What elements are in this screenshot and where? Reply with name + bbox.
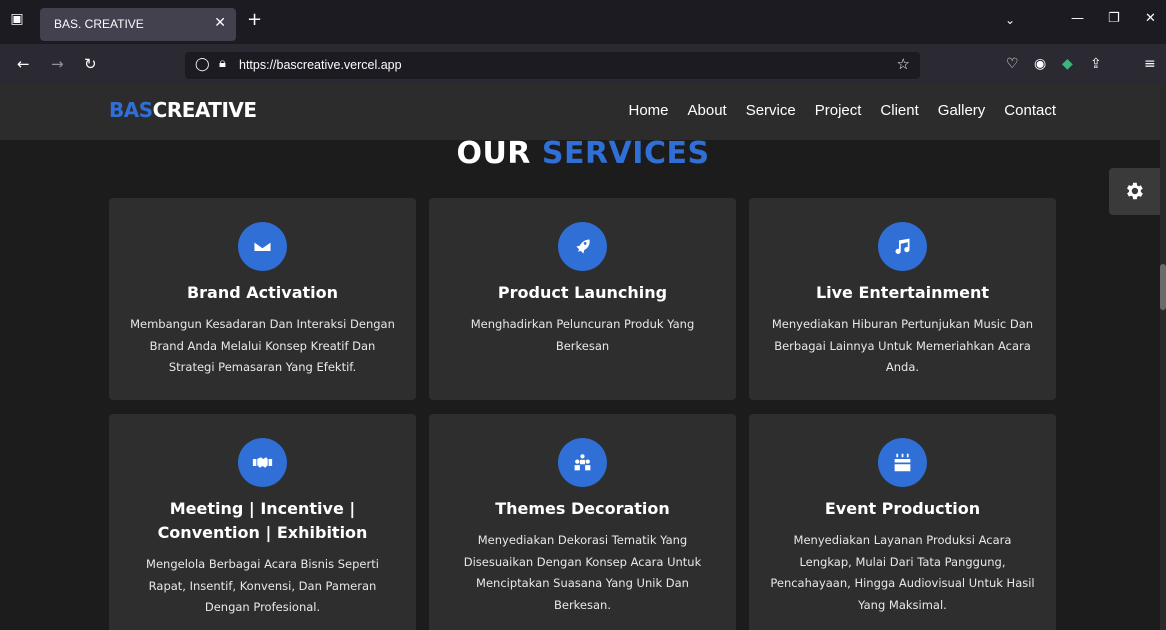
logo-accent: BAS <box>109 98 153 122</box>
pocket-icon[interactable]: ♡ <box>1006 56 1019 72</box>
rocket-icon <box>558 222 607 271</box>
url-text[interactable]: https://bascreative.vercel.app <box>239 58 402 72</box>
back-arrow-icon[interactable]: ← <box>17 56 30 72</box>
card-title: Meeting | Incentive | Convention | Exhib… <box>157 499 368 542</box>
card-description: Menyediakan Hiburan Pertunjukan Music Da… <box>771 317 1034 374</box>
service-card-themes-decoration[interactable]: Themes Decoration Menyediakan Dekorasi T… <box>429 414 736 630</box>
menu-client[interactable]: Client <box>880 102 918 119</box>
service-card-event-production[interactable]: Event Production Menyediakan Layanan Pro… <box>749 414 1056 630</box>
browser-tab-bar: ▣ BAS. CREATIVE ✕ + ⌄ — ❐ ✕ <box>0 0 1166 44</box>
new-tab-icon[interactable]: + <box>247 11 262 29</box>
share-icon[interactable]: ⇪ <box>1090 56 1102 72</box>
people-icon <box>558 438 607 487</box>
minimize-icon[interactable]: — <box>1071 12 1084 26</box>
tab-close-icon[interactable]: ✕ <box>214 15 226 31</box>
extension-icon[interactable]: ◆ <box>1062 56 1073 72</box>
section-title: OUR SERVICES <box>0 136 1160 171</box>
shield-icon[interactable]: ◯ <box>195 57 210 72</box>
forward-arrow-icon[interactable]: → <box>51 56 64 72</box>
card-title: Product Launching <box>497 283 668 302</box>
lock-icon[interactable]: 🔒︎ <box>219 56 226 71</box>
page-scrollbar[interactable] <box>1160 84 1166 630</box>
card-title: Brand Activation <box>186 283 339 302</box>
page-viewport: BASCREATIVE Home About Service Project C… <box>0 84 1160 630</box>
bookmark-star-icon[interactable]: ☆ <box>897 55 910 73</box>
cake-icon <box>878 438 927 487</box>
menu-contact[interactable]: Contact <box>1004 102 1056 119</box>
service-card-mice[interactable]: Meeting | Incentive | Convention | Exhib… <box>109 414 416 630</box>
menu-about[interactable]: About <box>688 102 727 119</box>
handshake-icon <box>238 438 287 487</box>
address-bar[interactable]: ◯ 🔒︎ https://bascreative.vercel.app ☆ <box>185 52 920 79</box>
card-title: Event Production <box>824 499 981 518</box>
chevron-down-icon[interactable]: ⌄ <box>1005 13 1015 27</box>
account-icon[interactable]: ◉ <box>1034 56 1046 72</box>
menu-gallery[interactable]: Gallery <box>938 102 986 119</box>
card-description: Menghadirkan Peluncuran Produk Yang Berk… <box>470 317 695 353</box>
site-header: BASCREATIVE Home About Service Project C… <box>0 84 1160 140</box>
restore-icon[interactable]: ❐ <box>1108 12 1120 26</box>
logo-main: CREATIVE <box>152 98 257 122</box>
browser-tab[interactable]: BAS. CREATIVE ✕ <box>40 8 236 41</box>
scroll-thumb[interactable] <box>1160 264 1166 310</box>
service-card-live-entertainment[interactable]: Live Entertainment Menyediakan Hiburan P… <box>749 198 1056 400</box>
menu-icon[interactable]: ≡ <box>1144 56 1156 72</box>
section-title-blue: SERVICES <box>541 136 710 171</box>
section-title-white: OUR <box>456 136 531 171</box>
menu-home[interactable]: Home <box>628 102 668 119</box>
tab-title: BAS. CREATIVE <box>54 17 144 31</box>
card-description: Mengelola Berbagai Acara Bisnis Seperti … <box>146 557 379 614</box>
envelope-icon <box>238 222 287 271</box>
gear-icon <box>1127 182 1143 200</box>
card-description: Menyediakan Layanan Produksi Acara Lengk… <box>770 533 1035 612</box>
menu-service[interactable]: Service <box>746 102 796 119</box>
card-title: Themes Decoration <box>495 499 670 518</box>
reload-icon[interactable]: ↻ <box>84 56 97 72</box>
music-icon <box>878 222 927 271</box>
menu-project[interactable]: Project <box>815 102 862 119</box>
tab-list-icon[interactable]: ▣ <box>8 10 26 28</box>
card-description: Menyediakan Dekorasi Tematik Yang Disesu… <box>463 533 702 612</box>
main-menu: Home About Service Project Client Galler… <box>628 102 1056 119</box>
site-logo[interactable]: BASCREATIVE <box>109 98 257 122</box>
card-title: Live Entertainment <box>815 283 990 302</box>
service-card-product-launching[interactable]: Product Launching Menghadirkan Peluncura… <box>429 198 736 400</box>
card-description: Membangun Kesadaran Dan Interaksi Dengan… <box>130 317 395 374</box>
window-close-icon[interactable]: ✕ <box>1145 12 1156 26</box>
service-card-brand-activation[interactable]: Brand Activation Membangun Kesadaran Dan… <box>109 198 416 400</box>
settings-button[interactable] <box>1109 168 1160 215</box>
